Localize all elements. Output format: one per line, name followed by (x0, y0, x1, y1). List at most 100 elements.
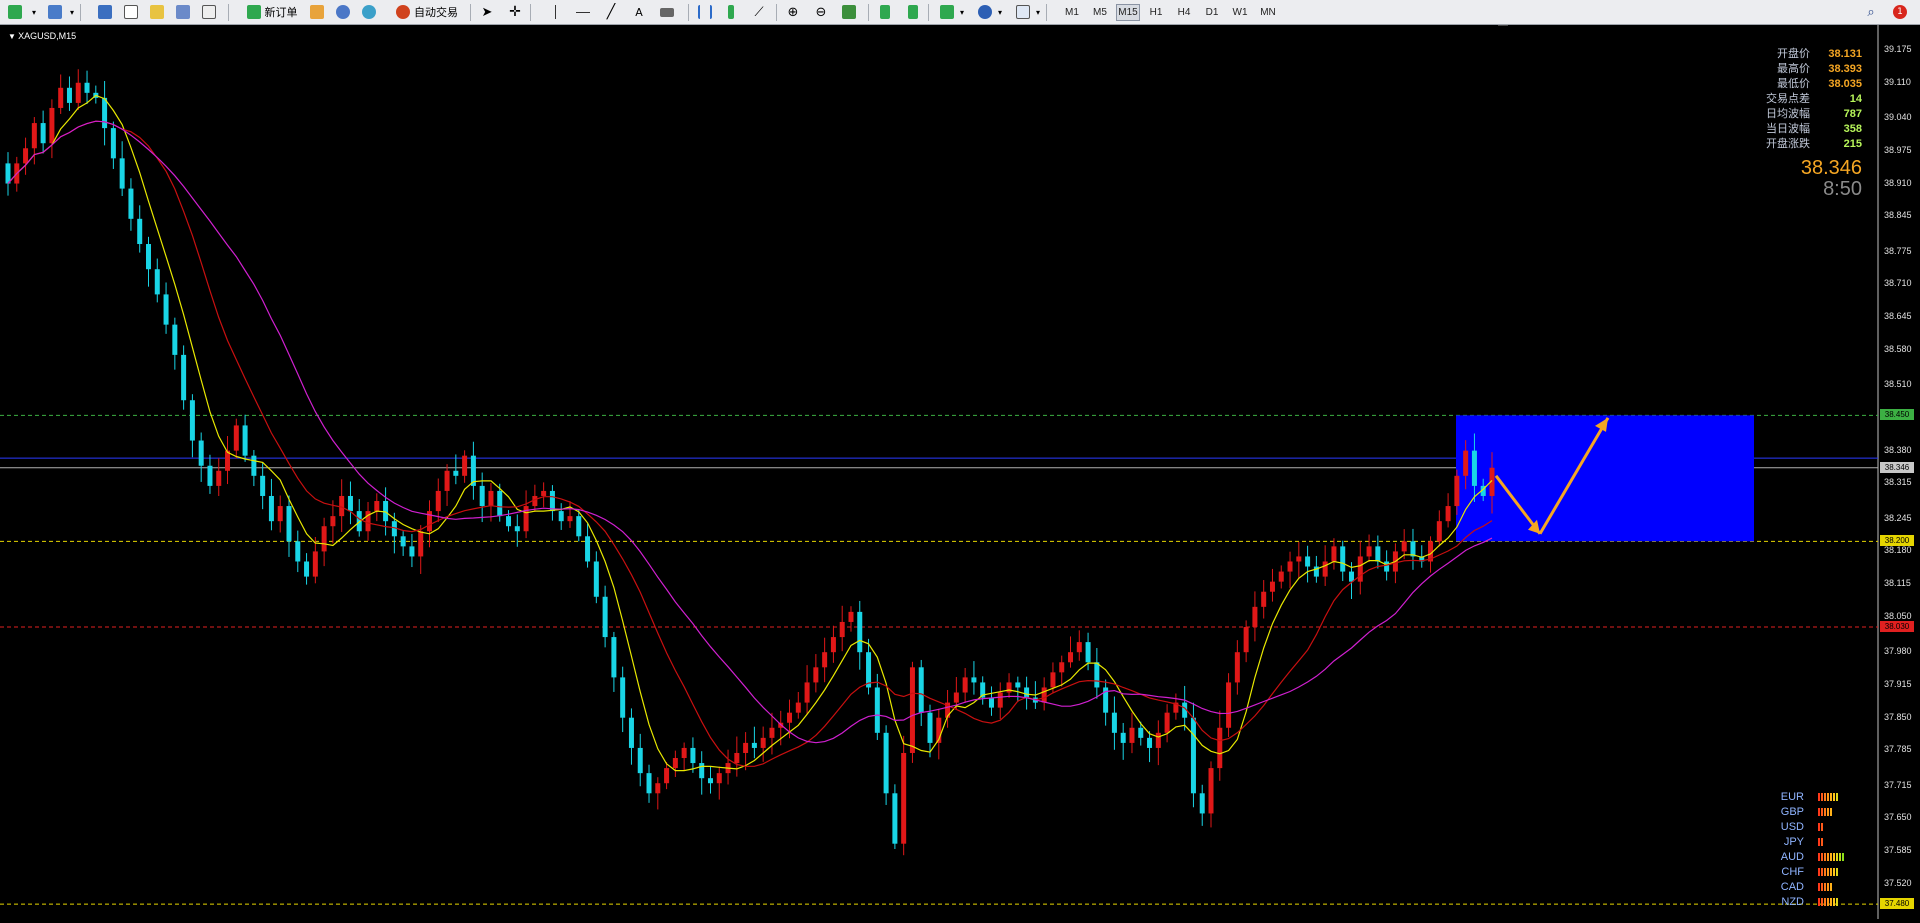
new-chart-icon[interactable] (4, 3, 26, 21)
dropdown-arrow-icon[interactable]: ▾ (958, 3, 966, 21)
candle-body (664, 768, 670, 784)
price-line-label: 38.450 (1880, 409, 1914, 421)
market-watch-icon[interactable] (96, 3, 114, 21)
text-icon[interactable]: A (630, 3, 648, 21)
strength-bars (1818, 822, 1823, 831)
candle-body (988, 697, 994, 708)
candle-body (602, 596, 608, 638)
strength-currency: GBP (1780, 805, 1804, 818)
candle-body (1340, 546, 1346, 572)
candle-body (787, 712, 793, 723)
line-chart-icon[interactable]: ⟋ (750, 3, 768, 21)
profiles-icon[interactable] (44, 3, 66, 21)
candle-body (1410, 541, 1416, 557)
strength-bar (1827, 867, 1829, 876)
strategy-tester-icon[interactable] (200, 3, 218, 21)
candle-body (233, 425, 239, 451)
candle-body (435, 490, 441, 512)
periods-icon[interactable] (976, 3, 994, 21)
timeframe-d1[interactable]: D1 (1200, 4, 1224, 21)
candle-body (110, 128, 116, 159)
timeframe-w1[interactable]: W1 (1228, 4, 1252, 21)
tile-windows-icon[interactable] (840, 3, 858, 21)
trendline-icon[interactable]: ╱ (602, 3, 620, 21)
timeframe-m15[interactable]: M15 (1116, 4, 1140, 21)
navigator-icon[interactable] (148, 3, 166, 21)
notifications-icon[interactable]: 1 (1890, 3, 1910, 21)
candle-body (1322, 561, 1328, 577)
zoom-out-icon[interactable]: ⊖ (812, 3, 830, 21)
strength-bar (1827, 882, 1829, 891)
currency-strength-panel: EUR GBP USD JPY AUD CHF CAD NZD (1760, 789, 1844, 909)
timeframe-mn[interactable]: MN (1256, 4, 1280, 21)
strength-bar (1827, 852, 1829, 861)
strength-bars (1818, 852, 1844, 861)
candlestick-icon[interactable] (722, 3, 740, 21)
vertical-line-icon[interactable] (548, 3, 562, 21)
chart-shift-icon[interactable] (876, 3, 894, 21)
autotrade-button[interactable]: 自动交易 (388, 3, 466, 21)
dropdown-arrow-icon[interactable]: ▾ (68, 3, 76, 21)
candle-body (699, 763, 705, 779)
autoscroll-icon[interactable] (904, 3, 922, 21)
price-tick: 38.845 (1884, 210, 1912, 221)
dropdown-arrow-icon[interactable]: ▾ (1034, 3, 1042, 21)
price-chart[interactable] (0, 24, 1920, 919)
dropdown-arrow-icon[interactable]: ▾ (996, 3, 1004, 21)
timeframe-h1[interactable]: H1 (1144, 4, 1168, 21)
strength-bar (1821, 867, 1823, 876)
search-icon[interactable]: ⌕ (1862, 3, 1880, 21)
candle-body (172, 324, 178, 355)
candle-body (462, 455, 468, 476)
chart-area[interactable] (0, 24, 1920, 919)
dropdown-arrow-icon[interactable]: ▾ (30, 3, 38, 21)
info-label: 最低价 (1777, 78, 1810, 90)
meta-editor-icon[interactable] (308, 3, 326, 21)
indicators-icon[interactable] (938, 3, 956, 21)
candle-body (1041, 687, 1047, 703)
data-window-icon[interactable] (122, 3, 140, 21)
strength-currency: CHF (1781, 865, 1804, 878)
candle-body (128, 188, 134, 219)
price-line-label: 38.030 (1880, 620, 1914, 632)
market-icon[interactable] (360, 3, 378, 21)
timeframe-m1[interactable]: M1 (1060, 4, 1084, 21)
terminal-icon[interactable] (174, 3, 192, 21)
price-tick: 38.975 (1884, 144, 1912, 155)
target-zone-rect (1456, 415, 1754, 542)
candle-body (1111, 712, 1117, 733)
strength-bar (1824, 882, 1826, 891)
price-tick: 37.980 (1884, 646, 1912, 657)
candle-body (304, 561, 310, 577)
cursor-icon[interactable]: ➤ (478, 3, 496, 21)
signals-icon[interactable] (334, 3, 352, 21)
candle-body (585, 536, 591, 562)
price-tick: 37.915 (1884, 678, 1912, 689)
strength-currency: NZD (1781, 895, 1804, 908)
crosshair-icon[interactable]: ✛ (506, 3, 524, 21)
label-icon[interactable] (658, 3, 676, 21)
candle-body (1357, 556, 1363, 582)
candle-body (1164, 712, 1170, 733)
timeframe-m5[interactable]: M5 (1088, 4, 1112, 21)
candle-body (751, 742, 757, 748)
price-tick: 38.510 (1884, 379, 1912, 390)
autotrade-label: 自动交易 (414, 6, 458, 19)
timeframe-h4[interactable]: H4 (1172, 4, 1196, 21)
candle-body (549, 490, 555, 512)
zoom-in-icon[interactable]: ⊕ (784, 3, 802, 21)
candle-body (145, 244, 151, 270)
strength-currency: JPY (1783, 835, 1804, 848)
candle-body (892, 793, 898, 844)
candle-body (1463, 450, 1469, 476)
templates-icon[interactable] (1014, 3, 1032, 21)
candle-body (1226, 682, 1232, 728)
bar-chart-icon[interactable] (696, 3, 714, 21)
strength-bar (1842, 852, 1844, 861)
new-order-button[interactable]: 新订单 (238, 3, 306, 21)
horizontal-line-icon[interactable] (574, 3, 592, 21)
info-value: 38.035 (1828, 78, 1862, 90)
candle-body (1471, 450, 1477, 486)
price-tick: 37.520 (1884, 878, 1912, 888)
candle-body (1006, 682, 1012, 693)
